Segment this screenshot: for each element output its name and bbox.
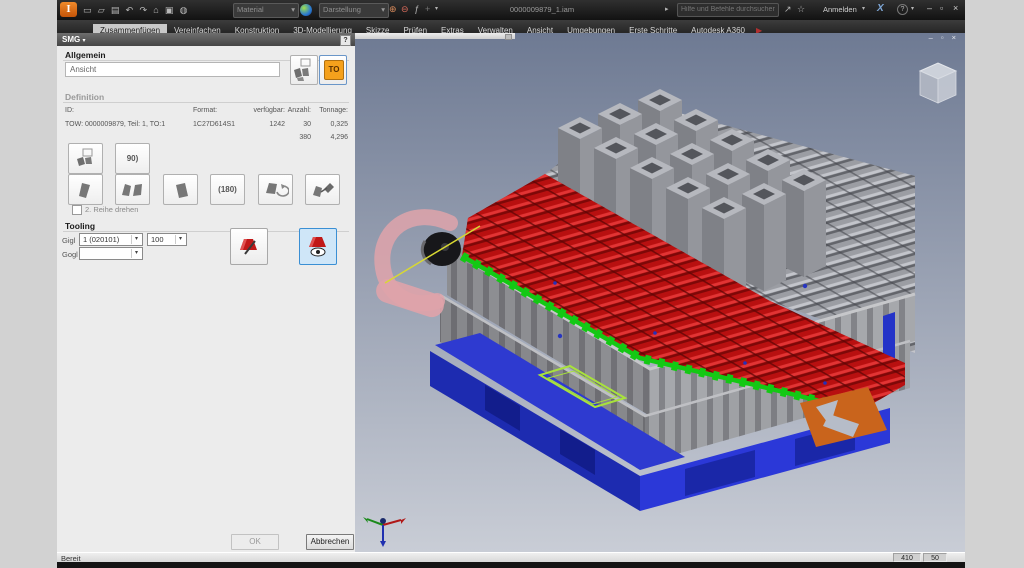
document-title: 0000009879_1.iam (477, 0, 607, 19)
new-file-icon[interactable]: ▭ (81, 1, 94, 19)
ok-button[interactable]: OK (231, 534, 279, 550)
stones-icon (74, 148, 98, 168)
panel-strip-button[interactable] (505, 34, 512, 40)
help-search (677, 3, 779, 17)
swap-rotate-button[interactable] (258, 174, 293, 205)
pattern-button[interactable] (68, 143, 103, 174)
redo-icon[interactable]: ↷ (137, 1, 149, 19)
origin-triad (363, 517, 406, 547)
viewcube[interactable] (920, 63, 956, 103)
gogl-label: Gogl (62, 250, 78, 259)
tooling-edit-button[interactable] (230, 228, 268, 265)
red-tool-eye-icon (305, 234, 331, 258)
rotate-90-button[interactable]: 90) (115, 143, 150, 174)
status-count-2: 50 (923, 553, 947, 562)
undo-icon[interactable]: ↶ (124, 1, 136, 19)
allgemein-header: Allgemein (65, 50, 106, 60)
gogl-select[interactable]: ▾ (79, 247, 143, 260)
darstellung-dropdown[interactable]: Darstellung▾ (319, 3, 389, 18)
signin-caret-icon[interactable]: ▾ (862, 3, 865, 16)
share-icon[interactable]: ↗ (784, 3, 792, 16)
gigl-label: Gigl (62, 236, 75, 245)
block-rotate-icon (263, 179, 289, 199)
stones-view-button[interactable] (290, 55, 318, 85)
block-pair-icon (120, 179, 146, 199)
inventor-logo-icon[interactable]: I (60, 2, 77, 17)
exchange-apps-icon[interactable]: X (877, 3, 884, 14)
title-bar: I ▭ ▱ ▤ ↶ ↷ ⌂ ▣ ◍ Material▾ Darstellung▾… (57, 0, 965, 20)
tilted-block-icon (169, 179, 193, 199)
chevron-down-icon: ▾ (291, 4, 295, 16)
screen: I ▭ ▱ ▤ ↶ ↷ ⌂ ▣ ◍ Material▾ Darstellung▾… (0, 0, 1024, 568)
ansicht-field[interactable] (65, 62, 280, 77)
checkbox-label: 2. Reihe drehen (85, 205, 138, 214)
second-row-rotate-option: 2. Reihe drehen (85, 205, 138, 214)
to-badge: TO (324, 60, 344, 80)
star-icon[interactable]: ☆ (797, 3, 805, 16)
tooling-view-button[interactable] (299, 228, 337, 265)
to-button[interactable]: TO (319, 55, 347, 85)
quick-access-toolbar: ▭ ▱ ▤ ↶ ↷ ⌂ ▣ ◍ (81, 1, 190, 19)
document-window-controls[interactable]: – ▫ × (929, 33, 959, 42)
cancel-button[interactable]: Abbrechen (306, 534, 354, 550)
help-icon[interactable]: ? (897, 4, 908, 15)
gigl-count-select[interactable]: 100▾ (147, 233, 187, 246)
close-button[interactable]: × (953, 3, 958, 13)
definition-row: 380 4,296 (65, 134, 348, 141)
minimize-button[interactable]: – (927, 3, 932, 13)
pair-blocks-button[interactable] (115, 174, 150, 205)
checkbox[interactable] (72, 205, 82, 215)
definition-column-headers: ID: Format: verfügbar: Anzahl: Tonnage: (65, 107, 348, 114)
definition-header: Definition (65, 92, 104, 102)
zoom-in-icon[interactable]: ⊕ (389, 3, 397, 16)
user-icon[interactable] (811, 5, 819, 14)
tilted-block-icon (74, 179, 98, 199)
pan-icon[interactable]: + (425, 3, 430, 16)
definition-row: TOW: 0000009879, Teil: 1, TO:1 1C27D614S… (65, 121, 348, 128)
tilt-right-button[interactable] (163, 174, 198, 205)
signin-button[interactable]: Anmelden (823, 3, 857, 16)
chevron-down-icon: ▾ (131, 249, 141, 258)
zoom-out-icon[interactable]: ⊖ (401, 3, 409, 16)
3d-viewport[interactable]: – ▫ × (355, 33, 965, 552)
fx-icon[interactable]: ƒ (414, 3, 419, 16)
gigl-select[interactable]: 1 (020101)▾ (79, 233, 143, 246)
home-icon[interactable]: ⌂ (151, 1, 160, 19)
collapsed-panel-strip (355, 33, 515, 39)
save-icon[interactable]: ▤ (109, 1, 122, 19)
material-ball-icon[interactable] (300, 4, 312, 16)
client-area: SMG ▾ ? Allgemein TO (57, 33, 965, 552)
inventor-app-window: I ▭ ▱ ▤ ↶ ↷ ⌂ ▣ ◍ Material▾ Darstellung▾… (57, 0, 965, 568)
desktop-background-right (965, 0, 1024, 568)
taskbar-edge (57, 562, 965, 568)
rotate-180-button[interactable]: (180) (210, 174, 245, 205)
search-input[interactable] (678, 5, 778, 15)
capture-icon[interactable]: ▣ (163, 1, 176, 19)
chevron-down-icon: ▾ (175, 235, 185, 244)
red-tool-pencil-icon (236, 234, 262, 258)
desktop-background-left (0, 0, 57, 568)
restore-button[interactable]: ▫ (940, 3, 943, 13)
dialog-help-icon[interactable]: ? (340, 35, 351, 46)
stones-icon (291, 56, 315, 82)
smg-dialog-titlebar[interactable]: SMG ▾ ? (57, 33, 355, 46)
ribbon-tab-bar: ZusammenfügenVereinfachenKonstruktion3D-… (57, 20, 965, 33)
3d-scene (355, 33, 965, 552)
tooling-header: Tooling (65, 221, 95, 231)
status-count-1: 410 (893, 553, 921, 562)
smg-dialog: SMG ▾ ? Allgemein TO (57, 33, 356, 552)
chevron-down-icon: ▾ (131, 235, 141, 244)
smg-caret-icon: ▾ (82, 38, 85, 44)
open-folder-icon[interactable]: ▱ (96, 1, 107, 19)
toolbar-overflow-icon[interactable]: ▾ (435, 3, 438, 16)
help-caret-icon[interactable]: ▾ (911, 3, 914, 16)
blocks-arrow-icon (310, 179, 336, 199)
material-dropdown[interactable]: Material▾ (233, 3, 299, 18)
place-blocks-button[interactable] (305, 174, 340, 205)
globe-icon[interactable]: ◍ (178, 1, 190, 19)
chevron-down-icon: ▾ (381, 4, 385, 16)
nav-arrow-icon[interactable]: ▸ (665, 3, 669, 16)
tilt-left-button[interactable] (68, 174, 103, 205)
